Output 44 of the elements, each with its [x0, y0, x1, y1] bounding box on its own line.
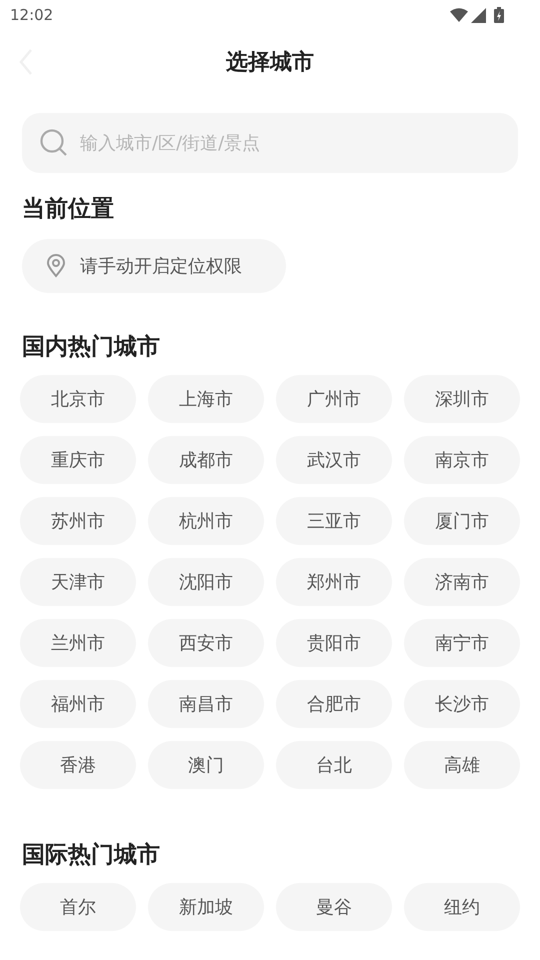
location-permission-button[interactable]: 请手动开启定位权限: [22, 239, 286, 293]
section-heading: 国内热门城市: [21, 333, 161, 362]
city-chip[interactable]: 新加坡: [148, 883, 264, 931]
city-chip[interactable]: 三亚市: [276, 497, 392, 545]
battery-icon: [494, 7, 504, 23]
city-chip[interactable]: 长沙市: [404, 680, 520, 728]
search-field[interactable]: 输入城市/区/街道/景点: [22, 113, 518, 173]
section-heading: 国际热门城市: [21, 841, 161, 870]
city-chip[interactable]: 纽约: [404, 883, 520, 931]
city-chip[interactable]: 杭州市: [148, 497, 264, 545]
city-chip[interactable]: 上海市: [148, 375, 264, 423]
city-chip[interactable]: 沈阳市: [148, 558, 264, 606]
city-chip[interactable]: 南京市: [404, 436, 520, 484]
city-chip[interactable]: 北京市: [20, 375, 136, 423]
city-chip[interactable]: 台北: [276, 741, 392, 789]
search-icon: [40, 129, 68, 157]
city-chip[interactable]: 苏州市: [20, 497, 136, 545]
city-chip[interactable]: 贵阳市: [276, 619, 392, 667]
status-time: 12:02: [10, 4, 54, 26]
city-chip[interactable]: 香港: [20, 741, 136, 789]
city-chip[interactable]: 南宁市: [404, 619, 520, 667]
page-title: 选择城市: [226, 48, 314, 76]
city-chip[interactable]: 首尔: [20, 883, 136, 931]
city-chip[interactable]: 高雄: [404, 741, 520, 789]
city-chip[interactable]: 西安市: [148, 619, 264, 667]
city-chip[interactable]: 济南市: [404, 558, 520, 606]
city-chip[interactable]: 成都市: [148, 436, 264, 484]
city-chip[interactable]: 合肥市: [276, 680, 392, 728]
city-chip[interactable]: 厦门市: [404, 497, 520, 545]
city-chip[interactable]: 重庆市: [20, 436, 136, 484]
city-chip[interactable]: 郑州市: [276, 558, 392, 606]
city-chip[interactable]: 南昌市: [148, 680, 264, 728]
city-chip[interactable]: 天津市: [20, 558, 136, 606]
city-chip[interactable]: 武汉市: [276, 436, 392, 484]
wifi-icon: [450, 8, 468, 22]
city-chip[interactable]: 澳门: [148, 741, 264, 789]
section-heading: 当前位置: [22, 195, 115, 224]
city-chip[interactable]: 兰州市: [20, 619, 136, 667]
city-chip[interactable]: 广州市: [276, 375, 392, 423]
city-chip[interactable]: 深圳市: [404, 375, 520, 423]
location-pin-icon: [46, 254, 66, 278]
city-chip[interactable]: 曼谷: [276, 883, 392, 931]
city-chip[interactable]: 福州市: [20, 680, 136, 728]
signal-icon: [471, 8, 486, 22]
